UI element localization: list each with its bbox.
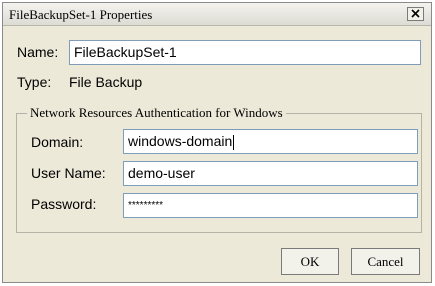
title-bar[interactable]: FileBackupSet-1 Properties [3, 3, 431, 26]
text-cursor [233, 134, 235, 150]
window-title: FileBackupSet-1 Properties [9, 7, 153, 22]
domain-value: windows-domain [128, 133, 233, 149]
username-field[interactable]: demo-user [123, 161, 418, 186]
password-label: Password: [31, 196, 97, 212]
type-label: Type: [17, 74, 52, 90]
type-value: File Backup [69, 74, 143, 90]
domain-field[interactable]: windows-domain [123, 129, 418, 154]
auth-group-box: Network Resources Authentication for Win… [16, 105, 422, 233]
username-value: demo-user [128, 165, 195, 181]
close-button[interactable] [407, 7, 424, 21]
username-label: User Name: [31, 165, 106, 181]
cancel-button[interactable]: Cancel [351, 248, 420, 275]
domain-label: Domain: [31, 134, 84, 150]
ok-button[interactable]: OK [281, 248, 339, 275]
properties-dialog: FileBackupSet-1 Properties Name: FileBac… [2, 2, 432, 283]
name-value: FileBackupSet-1 [74, 44, 177, 60]
name-label: Name: [17, 44, 59, 60]
auth-group-title: Network Resources Authentication for Win… [27, 105, 286, 121]
password-value: ********* [128, 200, 164, 211]
name-field[interactable]: FileBackupSet-1 [69, 40, 421, 65]
password-field[interactable]: ********* [123, 193, 418, 218]
close-icon [411, 5, 420, 23]
